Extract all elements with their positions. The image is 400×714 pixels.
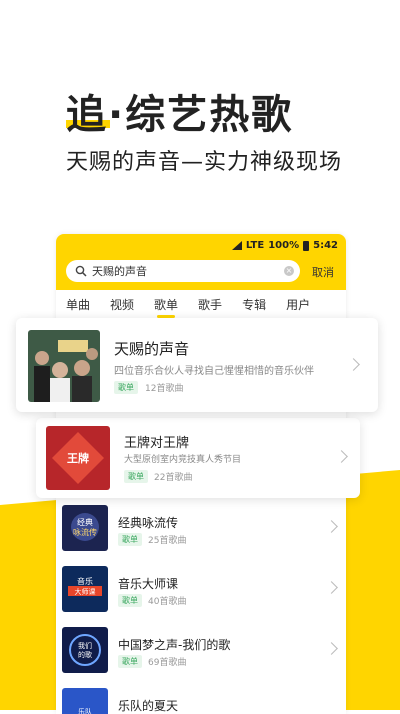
playlist-tag: 歌单 <box>118 533 142 546</box>
list-item[interactable]: 音乐 大师课 音乐大师课 歌单 40首歌曲 <box>56 561 346 622</box>
signal-icon <box>231 241 242 250</box>
playlist-tag: 歌单 <box>114 381 138 394</box>
chevron-right-icon <box>335 450 348 463</box>
playlist-title: 天赐的声音 <box>114 340 190 358</box>
song-count: 12首歌曲 <box>145 384 184 394</box>
playlist-cover: 经典 咏流传 <box>62 505 108 551</box>
list-item[interactable]: 乐队 乐队的夏天 <box>56 683 346 714</box>
playlist-cover: 音乐 大师课 <box>62 566 108 612</box>
chevron-right-icon <box>325 520 338 533</box>
playlist-title: 音乐大师课 <box>118 577 179 591</box>
svg-text:的歌: 的歌 <box>78 650 92 659</box>
svg-text:经典: 经典 <box>77 517 93 527</box>
playlist-list: 经典 咏流传 经典咏流传 歌单 25首歌曲 音乐 大师课 音乐大师课 歌单 40… <box>56 500 346 714</box>
chevron-right-icon <box>325 642 338 655</box>
tab-playlists[interactable]: 歌单 <box>144 290 188 320</box>
svg-text:我们: 我们 <box>78 641 92 650</box>
playlist-description: 四位音乐合伙人寻找自己惺惺相惜的音乐伙伴 <box>114 366 314 377</box>
tab-users[interactable]: 用户 <box>276 290 320 320</box>
playlist-tag: 歌单 <box>118 655 142 668</box>
search-input[interactable]: 天赐的声音 × <box>66 260 300 282</box>
song-count: 40首歌曲 <box>148 597 187 607</box>
list-item[interactable]: 经典 咏流传 经典咏流传 歌单 25首歌曲 <box>56 500 346 561</box>
search-icon <box>74 264 88 278</box>
playlist-title: 中国梦之声-我们的歌 <box>118 638 231 652</box>
cancel-button[interactable]: 取消 <box>312 264 334 280</box>
network-label: LTE <box>245 240 265 251</box>
svg-text:王牌: 王牌 <box>67 451 89 465</box>
playlist-title: 经典咏流传 <box>118 516 179 530</box>
chevron-right-icon <box>325 581 338 594</box>
tab-videos[interactable]: 视频 <box>100 290 144 320</box>
battery-icon <box>303 240 310 251</box>
playlist-title: 王牌对王牌 <box>124 436 190 451</box>
playlist-card-wangpai[interactable]: 王牌 王牌对王牌 大型原创室内竞技真人秀节目 歌单 22首歌曲 <box>36 418 360 498</box>
headline-title: 追·综艺热歌 <box>66 92 294 138</box>
clock: 5:42 <box>313 240 338 251</box>
status-bar: LTE 100% 5:42 <box>56 234 346 258</box>
list-item[interactable]: 我们 的歌 中国梦之声-我们的歌 歌单 69首歌曲 <box>56 622 346 683</box>
svg-text:音乐: 音乐 <box>77 576 93 586</box>
search-query: 天赐的声音 <box>92 265 147 278</box>
tab-artists[interactable]: 歌手 <box>188 290 232 320</box>
svg-text:咏流传: 咏流传 <box>73 527 97 537</box>
playlist-tag: 歌单 <box>118 594 142 607</box>
song-count: 22首歌曲 <box>154 473 193 483</box>
tab-bar: 单曲 视频 歌单 歌手 专辑 用户 <box>56 290 346 321</box>
playlist-cover: 我们 的歌 <box>62 627 108 673</box>
playlist-tag: 歌单 <box>124 470 148 483</box>
search-bar: 天赐的声音 × 取消 <box>56 258 346 290</box>
song-count: 25首歌曲 <box>148 536 187 546</box>
battery-percent: 100% <box>268 240 300 251</box>
playlist-cover: 王牌 <box>46 426 110 490</box>
playlist-description: 大型原创室内竞技真人秀节目 <box>124 455 242 465</box>
svg-text:乐队: 乐队 <box>78 707 92 714</box>
playlist-title: 乐队的夏天 <box>118 699 179 713</box>
headline-subtitle: 天赐的声音—实力神级现场 <box>66 150 343 175</box>
svg-text:大师课: 大师课 <box>75 587 96 596</box>
song-count: 69首歌曲 <box>148 658 187 668</box>
playlist-cover <box>28 330 100 402</box>
playlist-cover: 乐队 <box>62 688 108 714</box>
playlist-card-tianci[interactable]: 天赐的声音 四位音乐合伙人寻找自己惺惺相惜的音乐伙伴 歌单 12首歌曲 <box>16 318 378 412</box>
chevron-right-icon <box>347 358 360 371</box>
tab-albums[interactable]: 专辑 <box>232 290 276 320</box>
clear-icon[interactable]: × <box>284 266 294 276</box>
tab-songs[interactable]: 单曲 <box>56 290 100 320</box>
